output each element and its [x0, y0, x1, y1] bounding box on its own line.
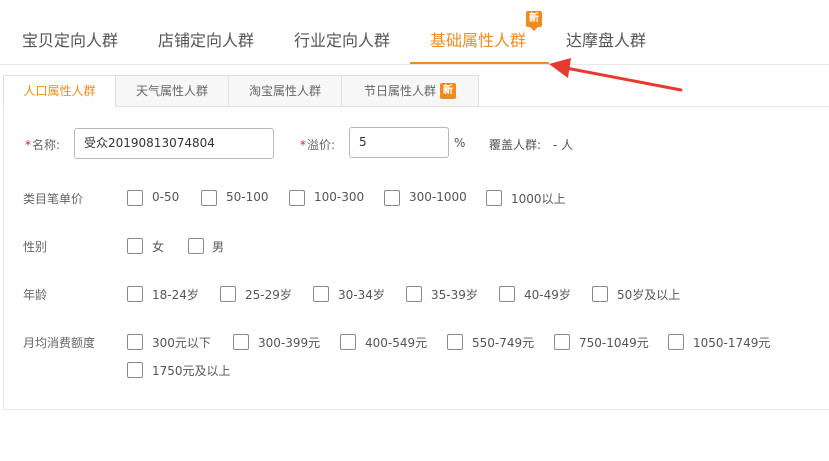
- checkbox[interactable]: [201, 190, 217, 206]
- subtab-label: 淘宝属性人群: [248, 84, 321, 98]
- subtab-weather[interactable]: 天气属性人群: [116, 75, 229, 107]
- gender-label: 性别: [23, 240, 48, 254]
- checkbox[interactable]: [127, 334, 143, 350]
- option-label: 女: [152, 240, 165, 254]
- option-label: 300元以下: [152, 336, 211, 350]
- option-label: 18-24岁: [152, 288, 199, 302]
- coverage-value: - 人: [553, 138, 574, 152]
- required-mark: *: [25, 138, 31, 152]
- subtab-demographic[interactable]: 人口属性人群: [3, 75, 116, 108]
- subtab-label: 天气属性人群: [135, 84, 208, 98]
- subtab-taobao[interactable]: 淘宝属性人群: [229, 75, 342, 107]
- required-mark: *: [300, 138, 306, 152]
- premium-unit: %: [454, 136, 466, 150]
- option-label: 30-34岁: [338, 288, 385, 302]
- checkbox[interactable]: [406, 286, 422, 302]
- checkbox[interactable]: [127, 190, 143, 206]
- option-label: 0-50: [152, 190, 180, 204]
- new-badge: 新: [440, 82, 456, 99]
- option-label: 50-100: [226, 190, 269, 204]
- price-label: 类目笔单价: [23, 192, 84, 206]
- option-label: 35-39岁: [431, 288, 478, 302]
- checkbox[interactable]: [127, 286, 143, 302]
- option-label: 1750元及以上: [152, 364, 231, 378]
- checkbox[interactable]: [188, 238, 204, 254]
- premium-field[interactable]: 5: [349, 127, 449, 158]
- checkbox[interactable]: [592, 286, 608, 302]
- premium-label: *溢价:: [300, 136, 335, 153]
- option-label: 750-1049元: [579, 336, 649, 350]
- checkbox[interactable]: [233, 334, 249, 350]
- premium-label-text: 溢价:: [307, 138, 336, 152]
- checkbox[interactable]: [554, 334, 570, 350]
- name-field[interactable]: 受众20190813074804: [74, 128, 274, 159]
- checkbox[interactable]: [447, 334, 463, 350]
- subtab-holiday[interactable]: 节日属性人群新: [342, 75, 479, 107]
- checkbox[interactable]: [668, 334, 684, 350]
- option-label: 50岁及以上: [617, 288, 681, 302]
- checkbox[interactable]: [486, 190, 502, 206]
- checkbox[interactable]: [313, 286, 329, 302]
- spend-label: 月均消费额度: [23, 336, 96, 350]
- option-label: 400-549元: [365, 336, 428, 350]
- option-label: 100-300: [314, 190, 365, 204]
- subtab-label: 人口属性人群: [23, 84, 96, 98]
- checkbox[interactable]: [384, 190, 400, 206]
- subtab-label: 节日属性人群: [363, 84, 436, 98]
- option-label: 40-49岁: [524, 288, 571, 302]
- checkbox[interactable]: [220, 286, 236, 302]
- option-label: 男: [212, 240, 225, 254]
- option-label: 25-29岁: [245, 288, 292, 302]
- checkbox[interactable]: [127, 238, 143, 254]
- checkbox[interactable]: [340, 334, 356, 350]
- option-label: 300-399元: [258, 336, 321, 350]
- checkbox[interactable]: [289, 190, 305, 206]
- option-label: 550-749元: [472, 336, 535, 350]
- checkbox[interactable]: [127, 362, 143, 378]
- coverage-label: 覆盖人群:: [489, 138, 542, 152]
- name-label: *名称:: [25, 136, 60, 153]
- option-label: 300-1000: [409, 190, 467, 204]
- option-label: 1050-1749元: [693, 336, 771, 350]
- age-label: 年龄: [23, 288, 48, 302]
- checkbox[interactable]: [499, 286, 515, 302]
- name-label-text: 名称:: [32, 138, 61, 152]
- option-label: 1000以上: [511, 192, 566, 206]
